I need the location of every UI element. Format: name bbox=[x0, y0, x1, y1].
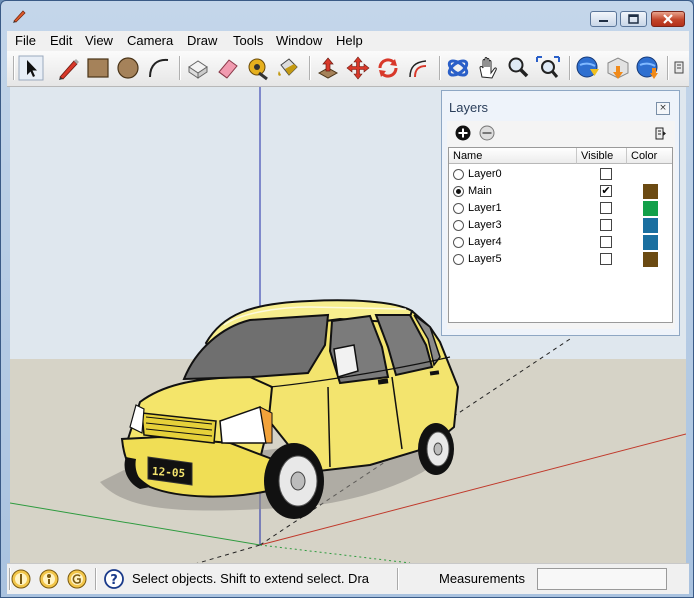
menu-camera[interactable]: Camera bbox=[127, 33, 173, 48]
layer-color-swatch[interactable] bbox=[643, 218, 658, 233]
push-pull-icon[interactable] bbox=[315, 55, 341, 81]
arc-tool-icon[interactable] bbox=[145, 55, 171, 81]
rear-wheel bbox=[418, 423, 454, 475]
active-layer-radio[interactable] bbox=[453, 169, 464, 180]
layer-visible-checkbox[interactable] bbox=[600, 168, 612, 180]
layers-table: Name Visible Color Layer0 Main ✔ Layer1 Laye… bbox=[448, 147, 673, 323]
active-layer-radio[interactable] bbox=[453, 237, 464, 248]
rectangle-tool-icon[interactable] bbox=[85, 55, 111, 81]
sketchup-window: File Edit View Camera Draw Tools Window … bbox=[0, 0, 694, 598]
minimize-button[interactable] bbox=[590, 11, 617, 27]
layer-color-swatch[interactable] bbox=[643, 252, 658, 267]
layer-row[interactable]: Layer1 bbox=[449, 200, 672, 217]
toolbar-overflow-icon[interactable] bbox=[673, 55, 685, 81]
zoom-tool-icon[interactable] bbox=[505, 55, 531, 81]
measurements-label: Measurements bbox=[439, 571, 525, 586]
close-button[interactable] bbox=[651, 11, 685, 27]
front-wheel bbox=[264, 443, 324, 519]
layer-name[interactable]: Layer3 bbox=[468, 219, 502, 231]
measurements-input[interactable] bbox=[537, 568, 667, 590]
layer-name[interactable]: Layer1 bbox=[468, 202, 502, 214]
layers-close-button[interactable]: × bbox=[656, 102, 670, 115]
layer-name[interactable]: Main bbox=[468, 185, 492, 197]
paint-bucket-icon[interactable] bbox=[275, 55, 301, 81]
layer-row[interactable]: Layer3 bbox=[449, 217, 672, 234]
eraser-tool-icon[interactable] bbox=[215, 55, 241, 81]
layers-panel-title: Layers bbox=[449, 100, 489, 115]
sign-in-icon[interactable] bbox=[67, 569, 87, 589]
layer-visible-checkbox[interactable]: ✔ bbox=[600, 185, 612, 197]
menu-edit[interactable]: Edit bbox=[50, 33, 72, 48]
pan-tool-icon[interactable] bbox=[475, 55, 501, 81]
active-layer-radio[interactable] bbox=[453, 254, 464, 265]
orbit-tool-icon[interactable] bbox=[445, 55, 471, 81]
tape-measure-icon[interactable] bbox=[245, 55, 271, 81]
geo-location-icon[interactable] bbox=[11, 569, 31, 589]
layer-row[interactable]: Layer0 bbox=[449, 166, 672, 183]
offset-tool-icon[interactable] bbox=[405, 55, 431, 81]
menu-window[interactable]: Window bbox=[276, 33, 322, 48]
active-layer-radio[interactable] bbox=[453, 203, 464, 214]
layer-visible-checkbox[interactable] bbox=[600, 253, 612, 265]
menu-help[interactable]: Help bbox=[336, 33, 363, 48]
status-bar: ? Select objects. Shift to extend select… bbox=[7, 563, 689, 594]
layer-row[interactable]: Layer5 bbox=[449, 251, 672, 268]
layer-row[interactable]: Layer4 bbox=[449, 234, 672, 251]
help-icon[interactable]: ? bbox=[104, 569, 124, 589]
share-model-icon[interactable] bbox=[605, 55, 631, 81]
layer-visible-checkbox[interactable] bbox=[600, 202, 612, 214]
svg-text:?: ? bbox=[110, 573, 118, 588]
layer-name[interactable]: Layer5 bbox=[468, 253, 502, 265]
status-message: Select objects. Shift to extend select. … bbox=[132, 571, 370, 586]
title-bar bbox=[1, 1, 693, 31]
layer-color-swatch[interactable] bbox=[643, 201, 658, 216]
remove-layer-icon[interactable] bbox=[479, 125, 495, 141]
menu-file[interactable]: File bbox=[15, 33, 36, 48]
move-tool-icon[interactable] bbox=[345, 55, 371, 81]
layer-visible-checkbox[interactable] bbox=[600, 236, 612, 248]
circle-tool-icon[interactable] bbox=[115, 55, 141, 81]
warehouse-icon[interactable] bbox=[575, 55, 601, 81]
column-header-name[interactable]: Name bbox=[449, 148, 577, 164]
layer-name[interactable]: Layer0 bbox=[468, 168, 502, 180]
layers-panel-body: Name Visible Color Layer0 Main ✔ Layer1 Laye… bbox=[447, 121, 675, 329]
menu-draw[interactable]: Draw bbox=[187, 33, 217, 48]
layer-name[interactable]: Layer4 bbox=[468, 236, 502, 248]
sketchup-app-icon bbox=[13, 10, 26, 23]
menu-view[interactable]: View bbox=[85, 33, 113, 48]
column-header-color[interactable]: Color bbox=[627, 148, 672, 164]
pencil-tool-icon[interactable] bbox=[55, 55, 81, 81]
menu-bar: File Edit View Camera Draw Tools Window … bbox=[7, 31, 689, 51]
extension-warehouse-icon[interactable] bbox=[635, 55, 661, 81]
layer-row[interactable]: Main ✔ bbox=[449, 183, 672, 200]
add-layer-icon[interactable] bbox=[455, 125, 471, 141]
make-component-icon[interactable] bbox=[185, 55, 211, 81]
license-plate-text: 12-05 bbox=[152, 465, 186, 480]
zoom-extents-icon[interactable] bbox=[535, 55, 561, 81]
maximize-button[interactable] bbox=[620, 11, 647, 27]
active-layer-radio[interactable] bbox=[453, 220, 464, 231]
main-toolbar bbox=[7, 51, 689, 87]
layer-visible-checkbox[interactable] bbox=[600, 219, 612, 231]
layer-color-swatch[interactable] bbox=[643, 235, 658, 250]
active-layer-radio[interactable] bbox=[453, 186, 464, 197]
layers-panel: Layers × Name Visible Color Layer0 Main ✔ L… bbox=[441, 90, 680, 336]
credits-icon[interactable] bbox=[39, 569, 59, 589]
column-header-visible[interactable]: Visible bbox=[577, 148, 627, 164]
select-tool-icon[interactable] bbox=[18, 55, 44, 81]
layer-details-icon[interactable] bbox=[653, 125, 667, 141]
menu-tools[interactable]: Tools bbox=[233, 33, 263, 48]
layer-color-swatch[interactable] bbox=[643, 184, 658, 199]
rotate-tool-icon[interactable] bbox=[375, 55, 401, 81]
